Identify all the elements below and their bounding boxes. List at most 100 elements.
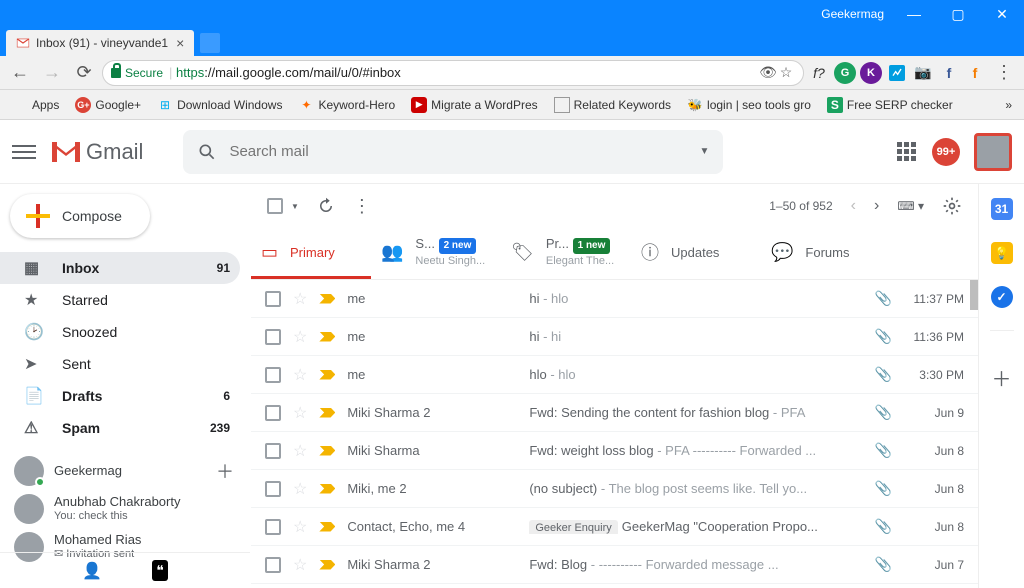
tab-promotions[interactable]: 🏷Pr... 1 newElegant The...	[501, 228, 631, 279]
chrome-menu-button[interactable]: ⋮	[990, 59, 1018, 87]
row-checkbox[interactable]	[265, 557, 281, 573]
importance-marker-icon[interactable]	[319, 522, 335, 532]
hangouts-self[interactable]: Geekermag ＋	[0, 452, 250, 490]
get-addons-icon[interactable]: ＋	[992, 363, 1012, 392]
star-icon[interactable]: ☆	[293, 441, 307, 461]
ext-grammarly-icon[interactable]: G	[834, 62, 856, 84]
importance-marker-icon[interactable]	[319, 370, 335, 380]
bm-related-keywords[interactable]: Related Keywords	[548, 94, 677, 116]
reload-button[interactable]: ⟳	[70, 59, 98, 87]
row-checkbox[interactable]	[265, 405, 281, 421]
sidebar-item-sent[interactable]: ➤Sent	[0, 348, 240, 380]
tab-primary[interactable]: ▭Primary	[251, 228, 371, 279]
search-options-dropdown[interactable]: ▼	[700, 146, 710, 157]
minimize-button[interactable]: —	[892, 0, 936, 28]
google-apps-button[interactable]	[894, 140, 918, 164]
bm-migrate-wp[interactable]: ▶Migrate a WordPres	[405, 94, 543, 116]
tab-forums[interactable]: 💬Forums	[761, 228, 891, 279]
ext-f-icon[interactable]: f?	[808, 62, 830, 84]
ext-k-icon[interactable]: K	[860, 62, 882, 84]
ext-semrush-icon[interactable]	[886, 62, 908, 84]
sidebar-item-spam[interactable]: ⚠Spam239	[0, 412, 240, 444]
ext-facebook-icon[interactable]: f	[938, 62, 960, 84]
next-page-button[interactable]: ›	[874, 197, 879, 215]
settings-gear-icon[interactable]	[942, 196, 962, 216]
importance-marker-icon[interactable]	[319, 294, 335, 304]
prev-page-button[interactable]: ‹	[851, 197, 856, 215]
more-actions-button[interactable]: ⋮	[353, 196, 371, 217]
mail-row[interactable]: ☆mehi - hi📎11:36 PM	[251, 318, 978, 356]
importance-marker-icon[interactable]	[319, 332, 335, 342]
calendar-addon-icon[interactable]: 31	[991, 198, 1013, 220]
new-chat-icon[interactable]: ＋	[216, 458, 242, 484]
bm-download-windows[interactable]: ⊞Download Windows	[151, 94, 288, 116]
mail-row[interactable]: ☆Miki SharmaFwd: weight loss blog - PFA …	[251, 432, 978, 470]
sidebar-item-inbox[interactable]: ▦ Inbox 91	[0, 252, 240, 284]
compose-button[interactable]: Compose	[10, 194, 150, 238]
importance-marker-icon[interactable]	[319, 560, 335, 570]
mail-row[interactable]: ☆Miki Sharma 2Fwd: Sending the content f…	[251, 394, 978, 432]
close-tab-icon[interactable]: ×	[176, 35, 184, 51]
bookmark-star-icon[interactable]: ☆	[777, 64, 795, 81]
star-icon[interactable]: ☆	[293, 403, 307, 423]
close-window-button[interactable]: ✕	[980, 0, 1024, 28]
sidebar-item-starred[interactable]: ★Starred	[0, 284, 240, 316]
eye-icon[interactable]: 👁	[759, 64, 777, 81]
bm-login-seo[interactable]: 🐝login | seo tools gro	[681, 94, 817, 116]
mail-row[interactable]: ☆Contact, Echo, me 4Geeker EnquiryGeeker…	[251, 508, 978, 546]
tab-updates[interactable]: ⓘUpdates	[631, 228, 761, 279]
mail-row[interactable]: ☆mehi - hlo📎11:37 PM	[251, 280, 978, 318]
row-checkbox[interactable]	[265, 329, 281, 345]
bm-free-serp[interactable]: SFree SERP checker	[821, 94, 959, 116]
importance-marker-icon[interactable]	[319, 484, 335, 494]
star-icon[interactable]: ☆	[293, 327, 307, 347]
keep-addon-icon[interactable]: 💡	[991, 242, 1013, 264]
mail-row[interactable]: ☆Miki Sharma 2Fwd: Blog - ---------- For…	[251, 546, 978, 584]
select-all-checkbox[interactable]	[267, 198, 283, 214]
browser-tab[interactable]: Inbox (91) - vineyvande1 ×	[6, 30, 194, 56]
notifications-badge[interactable]: 99+	[932, 138, 960, 166]
account-avatar[interactable]	[974, 133, 1012, 171]
main-menu-button[interactable]	[12, 140, 36, 164]
mail-row[interactable]: ☆mehlo - hlo📎3:30 PM	[251, 356, 978, 394]
importance-marker-icon[interactable]	[319, 408, 335, 418]
hangouts-tab-icon[interactable]: ❝	[152, 560, 168, 581]
gmail-logo[interactable]: Gmail	[50, 139, 143, 165]
select-dropdown-icon[interactable]: ▼	[291, 202, 299, 211]
star-icon[interactable]: ☆	[293, 289, 307, 309]
star-icon[interactable]: ☆	[293, 555, 307, 575]
scrollbar[interactable]	[970, 280, 978, 588]
row-checkbox[interactable]	[265, 481, 281, 497]
new-tab-button[interactable]	[200, 33, 220, 53]
hangouts-contact[interactable]: Anubhab ChakrabortyYou: check this	[0, 490, 250, 528]
apps-shortcut[interactable]: Apps	[6, 94, 65, 116]
forward-button[interactable]: →	[38, 59, 66, 87]
star-icon[interactable]: ☆	[293, 365, 307, 385]
bm-googleplus[interactable]: G+Google+	[69, 94, 147, 116]
tasks-addon-icon[interactable]: ✓	[991, 286, 1013, 308]
bm-keyword-hero[interactable]: ✦Keyword-Hero	[292, 94, 401, 116]
sidebar-item-drafts[interactable]: 📄Drafts6	[0, 380, 240, 412]
contacts-tab-icon[interactable]: 👤	[82, 561, 102, 581]
ext-firebug-icon[interactable]: f	[964, 62, 986, 84]
search-mail-box[interactable]: ▼	[183, 130, 723, 174]
refresh-button[interactable]	[317, 197, 335, 215]
scrollbar-thumb[interactable]	[970, 280, 978, 310]
star-icon[interactable]: ☆	[293, 517, 307, 537]
address-bar[interactable]: Secure | https://mail.google.com/mail/u/…	[102, 60, 804, 86]
bookmarks-overflow[interactable]: »	[999, 95, 1018, 115]
row-checkbox[interactable]	[265, 519, 281, 535]
maximize-button[interactable]: ▢	[936, 0, 980, 28]
row-checkbox[interactable]	[265, 443, 281, 459]
input-tools-icon[interactable]: ⌨ ▾	[897, 199, 924, 213]
ext-camera-icon[interactable]: 📷	[912, 62, 934, 84]
row-checkbox[interactable]	[265, 367, 281, 383]
search-input[interactable]	[229, 143, 687, 160]
importance-marker-icon[interactable]	[319, 446, 335, 456]
back-button[interactable]: ←	[6, 59, 34, 87]
star-icon[interactable]: ☆	[293, 479, 307, 499]
mail-row[interactable]: ☆Miki, me 2(no subject) - The blog post …	[251, 470, 978, 508]
row-checkbox[interactable]	[265, 291, 281, 307]
sidebar-item-snoozed[interactable]: 🕑Snoozed	[0, 316, 240, 348]
tab-social[interactable]: 👥S... 2 newNeetu Singh...	[371, 228, 501, 279]
